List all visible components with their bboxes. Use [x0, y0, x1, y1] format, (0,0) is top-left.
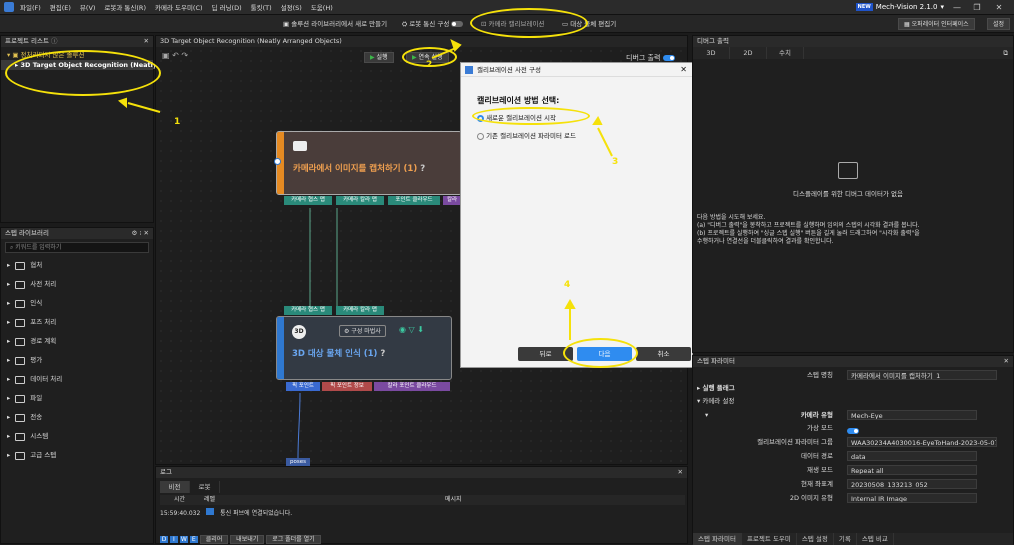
annotation-arrows — [117, 39, 613, 340]
arrow-2 — [431, 47, 457, 59]
annotation-number-4: 4 — [564, 280, 571, 290]
arrow-3 — [597, 127, 613, 157]
annotation-number-2: 2 — [426, 60, 433, 70]
arrowhead-3 — [592, 116, 603, 125]
arrowhead-4 — [564, 298, 576, 309]
annotation-number-1: 1 — [174, 117, 181, 127]
arrow-1 — [127, 102, 161, 113]
annotation-number-3: 3 — [612, 157, 619, 167]
arrowhead-1 — [117, 97, 127, 109]
